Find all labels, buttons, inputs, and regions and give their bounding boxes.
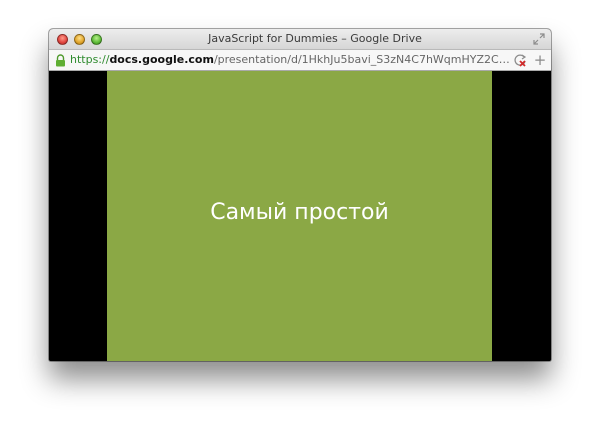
url-field[interactable]: https://docs.google.com/presentation/d/1… — [70, 53, 510, 66]
presentation-viewport: Самый простой — [49, 71, 551, 361]
title-bar: JavaScript for Dummies – Google Drive — [49, 29, 551, 50]
close-window-button[interactable] — [57, 34, 68, 45]
plus-icon[interactable]: + — [533, 51, 547, 69]
window-title: JavaScript for Dummies – Google Drive — [208, 32, 422, 45]
fullscreen-icon[interactable] — [533, 33, 545, 45]
url-scheme: https:// — [70, 53, 110, 66]
url-host: docs.google.com — [109, 53, 214, 66]
slide-title: Самый простой — [210, 200, 389, 225]
minimize-window-button[interactable] — [74, 34, 85, 45]
lock-icon — [56, 54, 65, 67]
zoom-window-button[interactable] — [91, 34, 102, 45]
reload-icon[interactable] — [513, 53, 527, 67]
slide[interactable]: Самый простой — [107, 71, 492, 361]
url-path: /presentation/d/1HkhJu5bavi_S3zN4C7hWqmH… — [213, 53, 510, 66]
address-bar[interactable]: https://docs.google.com/presentation/d/1… — [49, 50, 551, 71]
browser-window: JavaScript for Dummies – Google Drive ht… — [49, 29, 551, 361]
